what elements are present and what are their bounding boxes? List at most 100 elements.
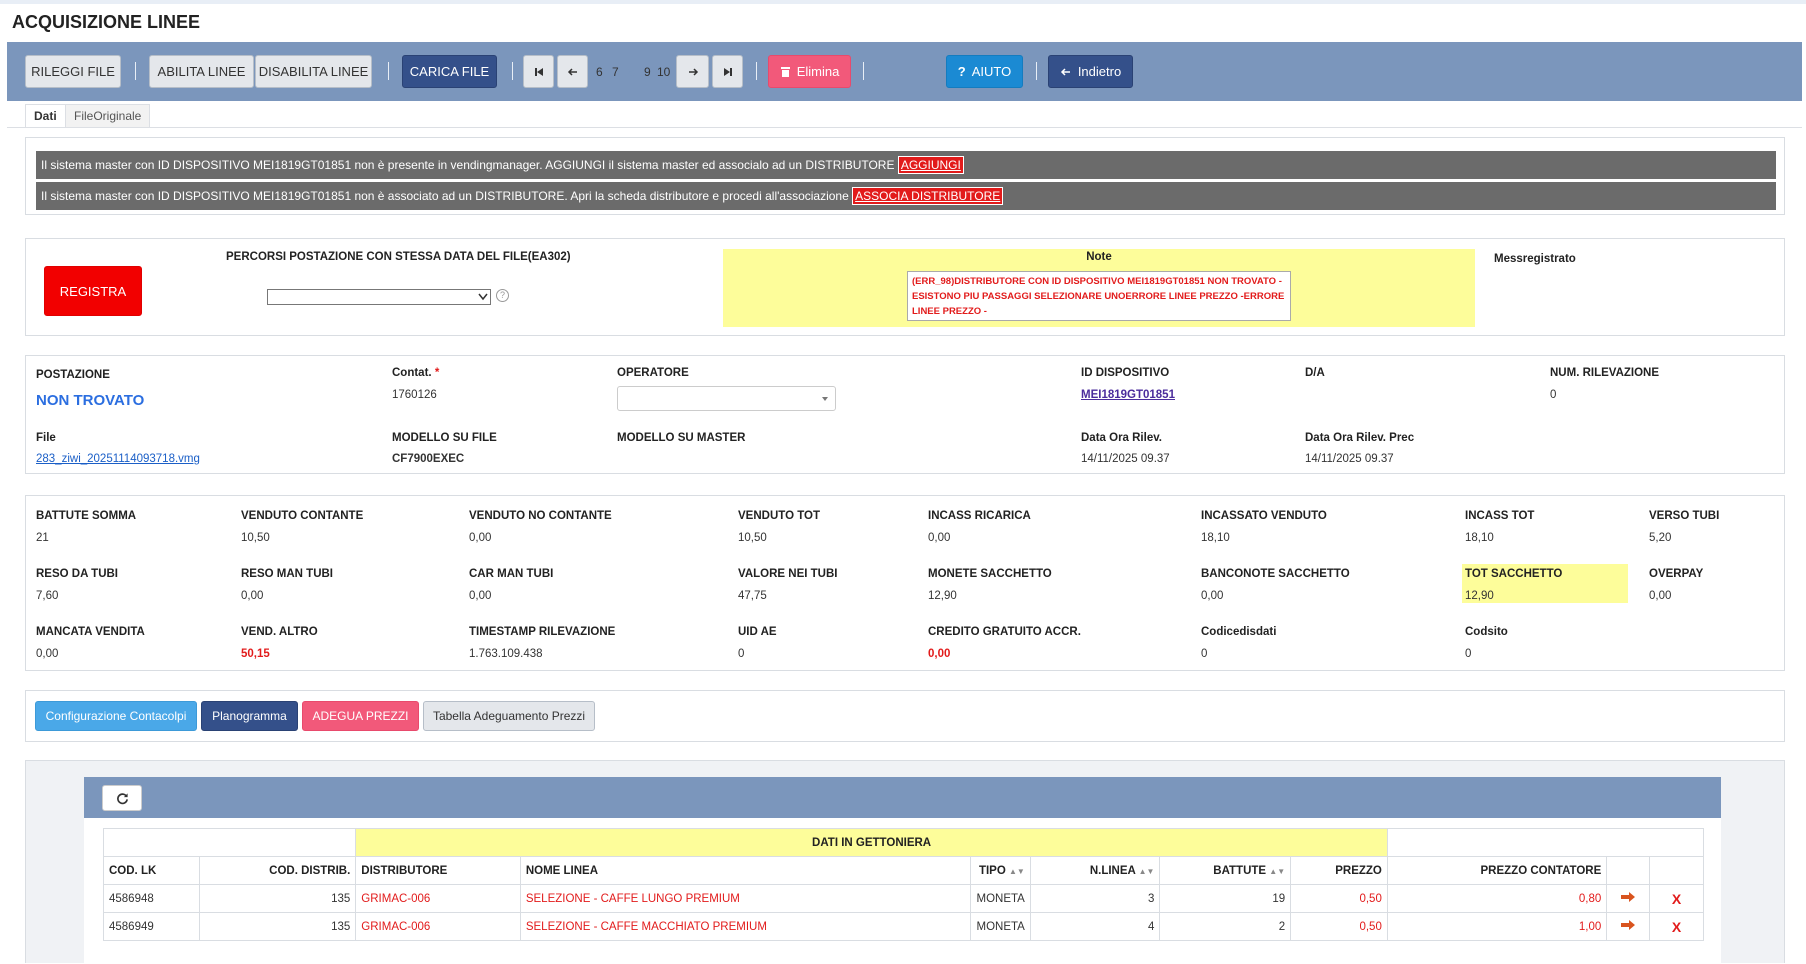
tabella-adeguamento-button[interactable]: Tabella Adeguamento Prezzi <box>423 701 595 731</box>
alert-text: Il sistema master con ID DISPOSITIVO MEI… <box>41 189 849 203</box>
stat-label: VENDUTO TOT <box>738 510 820 522</box>
adegua-prezzi-button[interactable]: ADEGUA PREZZI <box>302 701 419 731</box>
cell-cod-lk: 4586949 <box>103 912 200 941</box>
column-header-row: COD. LK COD. DISTRIB. DISTRIBUTORE NOME … <box>103 856 1704 885</box>
stat-value: 12,90 <box>1465 590 1494 602</box>
stat-value: 0,00 <box>928 648 951 660</box>
page-9[interactable]: 9 <box>644 65 651 79</box>
arrow-left-icon <box>567 67 577 76</box>
next-page-button[interactable] <box>676 55 709 88</box>
indietro-button[interactable]: Indietro <box>1048 55 1133 88</box>
table-row: 4586949 135 GRIMAC-006 SELEZIONE - CAFFE… <box>103 912 1704 941</box>
percorsi-select[interactable] <box>267 289 491 305</box>
cell-nome-linea: SELEZIONE - CAFFE LUNGO PREMIUM <box>519 884 972 913</box>
registra-button[interactable]: REGISTRA <box>44 266 142 316</box>
configurazione-contacolpi-button[interactable]: Configurazione Contacolpi <box>35 701 197 731</box>
associa-distributore-link[interactable]: ASSOCIA DISTRIBUTORE <box>852 187 1004 205</box>
stat-value: 0,00 <box>36 648 59 660</box>
carica-file-button[interactable]: CARICA FILE <box>402 55 497 88</box>
tab-file-originale[interactable]: FileOriginale <box>65 104 151 128</box>
page-6[interactable]: 6 <box>596 65 603 79</box>
operatore-label: OPERATORE <box>617 367 689 379</box>
cell-cod-lk: 4586948 <box>103 884 200 913</box>
arrow-right-icon <box>688 67 698 76</box>
alert-master-missing: Il sistema master con ID DISPOSITIVO MEI… <box>36 151 1776 179</box>
aiuto-button[interactable]: ? AIUTO <box>946 55 1023 88</box>
stat-label: VENDUTO CONTANTE <box>241 510 364 522</box>
stat-label: VEND. ALTRO <box>241 626 318 638</box>
stat-value: 7,60 <box>36 590 59 602</box>
data-ora-prec-value: 14/11/2025 09.37 <box>1305 453 1394 465</box>
sort-icon: ▲▼ <box>1138 866 1155 876</box>
stat-value: 18,10 <box>1465 532 1494 544</box>
lines-table-container: DATI IN GETTONIERA COD. LK COD. DISTRIB.… <box>84 818 1721 964</box>
stats-panel: BATTUTE SOMMA 21 VENDUTO CONTANTE 10,50 … <box>25 495 1785 671</box>
sort-icon: ▲▼ <box>1269 866 1286 876</box>
id-dispositivo-label: ID DISPOSITIVO <box>1081 367 1170 379</box>
aggiungi-link[interactable]: AGGIUNGI <box>897 156 964 174</box>
rileggi-file-button[interactable]: RILEGGI FILE <box>25 55 121 88</box>
file-link[interactable]: 283_ziwi_20251114093718.vmg <box>36 453 200 465</box>
lines-toolbar <box>84 777 1721 818</box>
id-dispositivo-link[interactable]: MEI1819GT01851 <box>1081 389 1175 401</box>
page-8-current: 8 <box>628 65 635 79</box>
page-7[interactable]: 7 <box>612 65 619 79</box>
col-n-linea[interactable]: N.LINEA ▲▼ <box>1029 856 1161 885</box>
last-page-button[interactable] <box>712 55 743 88</box>
col-tipo[interactable]: TIPO ▲▼ <box>970 856 1031 885</box>
group-header-blank <box>1386 828 1705 857</box>
stat-label: Codsito <box>1465 626 1508 638</box>
stat-value: 0,00 <box>928 532 951 544</box>
operatore-select[interactable] <box>617 386 836 411</box>
separator <box>135 62 136 80</box>
col-battute[interactable]: BATTUTE ▲▼ <box>1159 856 1292 885</box>
planogramma-button[interactable]: Planogramma <box>201 701 298 731</box>
arrow-right-icon[interactable] <box>1620 892 1636 902</box>
transfer-cell <box>1606 884 1651 913</box>
modello-master-label: MODELLO SU MASTER <box>617 432 746 444</box>
col-cod-distrib: COD. DISTRIB. <box>198 856 357 885</box>
stat-value: 0,00 <box>241 590 264 602</box>
chevron-down-icon <box>478 293 488 301</box>
stat-label: TIMESTAMP RILEVAZIONE <box>469 626 616 638</box>
cell-prezzo-contatore: 0,80 <box>1386 884 1608 913</box>
postazione-value: NON TROVATO <box>36 392 145 409</box>
separator <box>1036 62 1037 80</box>
stat-label: INCASS RICARICA <box>928 510 1031 522</box>
cell-n-linea: 3 <box>1029 884 1161 913</box>
elimina-button[interactable]: Elimina <box>768 55 851 88</box>
num-rilevazione-value: 0 <box>1550 389 1557 401</box>
disabilita-linee-button[interactable]: DISABILITA LINEE <box>255 55 372 88</box>
tab-dati[interactable]: Dati <box>25 104 66 128</box>
lines-section: DATI IN GETTONIERA COD. LK COD. DISTRIB.… <box>25 760 1785 964</box>
file-label: File <box>36 432 56 444</box>
stat-label: OVERPAY <box>1649 568 1704 580</box>
col-prezzo: PREZZO <box>1290 856 1388 885</box>
cell-tipo: MONETA <box>970 884 1031 913</box>
first-page-button[interactable] <box>523 55 554 88</box>
arrow-left-icon <box>1060 67 1070 76</box>
note-textarea[interactable]: (ERR_98)DISTRIBUTORE CON ID DISPOSITIVO … <box>907 271 1291 321</box>
cell-nome-linea: SELEZIONE - CAFFE MACCHIATO PREMIUM <box>519 912 972 941</box>
data-ora-value: 14/11/2025 09.37 <box>1081 453 1170 465</box>
note-label: Note <box>1086 251 1112 263</box>
actions-panel: Configurazione Contacolpi Planogramma AD… <box>25 690 1785 742</box>
stat-label: BANCONOTE SACCHETTO <box>1201 568 1350 580</box>
col-prezzo-contatore: PREZZO CONTATORE <box>1386 856 1608 885</box>
prev-page-button[interactable] <box>557 55 588 88</box>
aiuto-label: AIUTO <box>971 64 1012 79</box>
col-cod-lk: COD. LK <box>103 856 200 885</box>
col-delete <box>1649 856 1704 885</box>
stat-label: VALORE NEI TUBI <box>738 568 838 580</box>
stat-label: VERSO TUBI <box>1649 510 1720 522</box>
abilita-linee-button[interactable]: ABILITA LINEE <box>149 55 254 88</box>
page-10[interactable]: 10 <box>657 65 670 79</box>
delete-row-button[interactable]: X <box>1649 884 1704 913</box>
arrow-right-icon[interactable] <box>1620 920 1636 930</box>
refresh-button[interactable] <box>102 785 142 811</box>
cell-prezzo: 0,50 <box>1290 884 1388 913</box>
contat-label: Contat. * <box>392 367 440 379</box>
delete-row-button[interactable]: X <box>1649 912 1704 941</box>
help-icon[interactable]: ? <box>496 289 509 302</box>
info-panel: POSTAZIONE NON TROVATO Contat. * 1760126… <box>25 355 1785 474</box>
